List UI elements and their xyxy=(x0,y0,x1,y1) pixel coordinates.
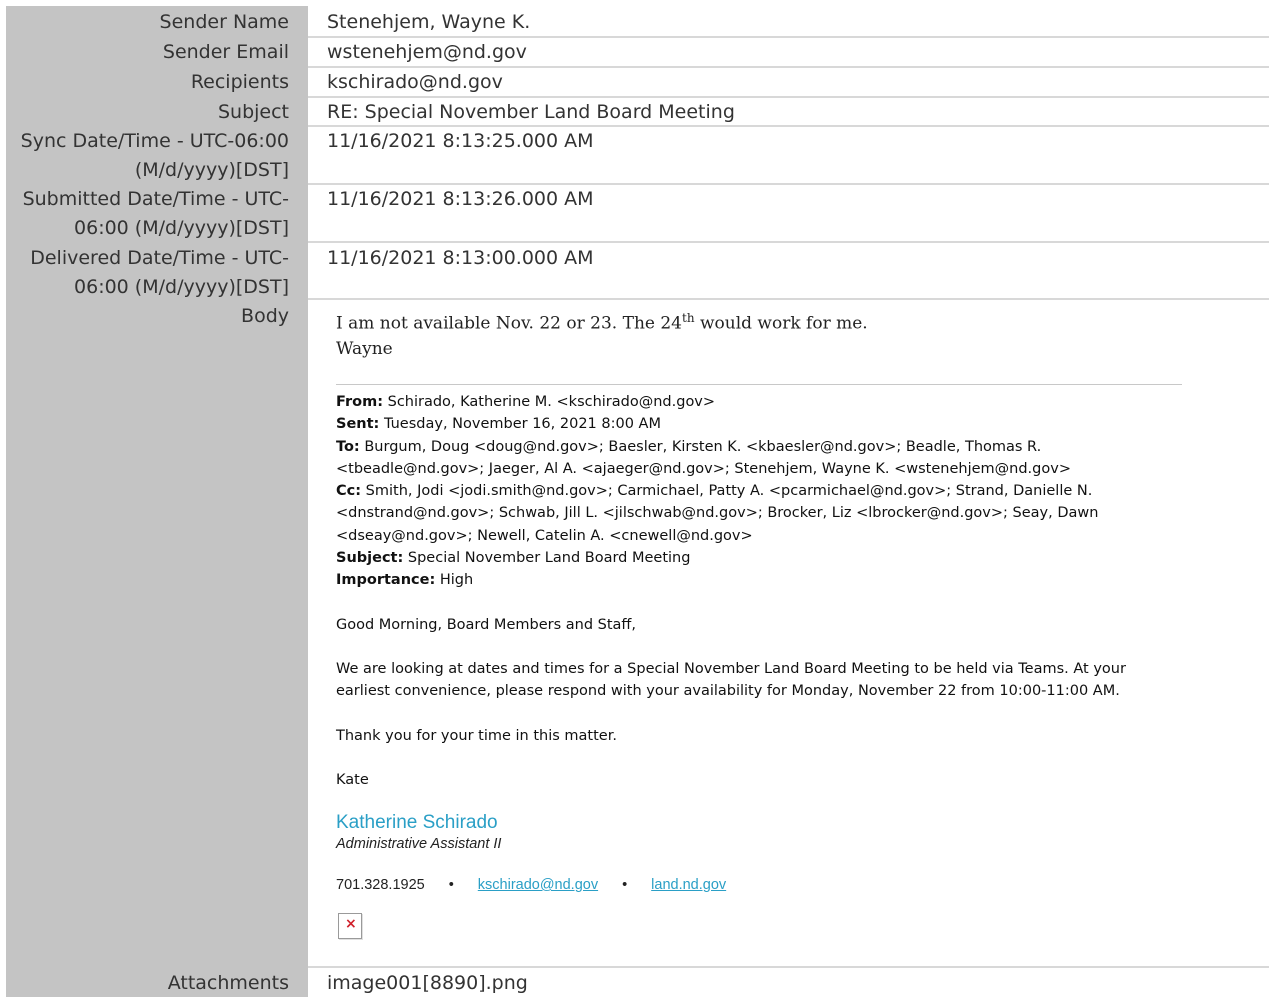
reply-text-fragment: would work for me. xyxy=(694,313,868,334)
field-value: 11/16/2021 8:13:00.000 AM xyxy=(327,247,594,269)
thanks-line: Thank you for your time in this matter. xyxy=(336,728,617,744)
row-divider xyxy=(308,966,1269,968)
header-value: Special November Land Board Meeting xyxy=(407,550,691,567)
email-record: Sender Name Stenehjem, Wayne K. Sender E… xyxy=(0,0,1269,997)
header-value: Tuesday, November 16, 2021 8:00 AM xyxy=(383,416,661,433)
row-divider xyxy=(308,298,1269,300)
signature-title: Administrative Assistant II xyxy=(336,836,502,852)
header-label: Sent: xyxy=(336,416,380,433)
reply-signature: Wayne xyxy=(336,338,393,359)
header-label: From: xyxy=(336,394,383,410)
field-label-line: Delivered Date/Time - UTC- xyxy=(30,247,289,269)
reply-text: I am not available Nov. 22 or 23. The 24… xyxy=(336,306,1196,362)
reply-line: I am not available Nov. 22 or 23. The 24… xyxy=(336,306,1196,337)
field-value: 11/16/2021 8:13:25.000 AM xyxy=(327,130,594,152)
broken-image-icon: × xyxy=(338,913,362,939)
header-value: Burgum, Doug <doug@nd.gov>; Baesler, Kir… xyxy=(364,438,1042,455)
greeting: Good Morning, Board Members and Staff, xyxy=(336,617,637,633)
reply-ordinal: th xyxy=(682,311,695,325)
field-value: wstenehjem@nd.gov xyxy=(327,41,527,63)
field-label: Sender Email xyxy=(162,41,289,63)
quoted-header: From: Schirado, Katherine M. <kschirado@… xyxy=(336,391,1196,592)
bullet-separator: • xyxy=(448,877,454,893)
quoted-subject: Subject: Special November Land Board Mee… xyxy=(336,547,1196,569)
signature-website-link[interactable]: land.nd.gov xyxy=(651,877,726,893)
header-label: To: xyxy=(336,438,360,455)
field-label: Recipients xyxy=(190,71,289,93)
reply-text-fragment: I am not available Nov. 22 or 23. The 24 xyxy=(336,313,682,334)
quoted-cc: Cc: Smith, Jodi <jodi.smith@nd.gov>; Car… xyxy=(336,480,1196,502)
attachment-link[interactable]: image001[8890].png xyxy=(327,969,1269,997)
header-label: Cc: xyxy=(336,483,362,500)
field-label: Attachments xyxy=(167,972,289,994)
field-value: 11/16/2021 8:13:26.000 AM xyxy=(327,188,594,210)
quoted-importance: Importance: High xyxy=(336,569,1196,591)
field-label-line: Sync Date/Time - UTC-06:00 xyxy=(20,130,289,152)
quoted-to: To: Burgum, Doug <doug@nd.gov>; Baesler,… xyxy=(336,436,1196,458)
field-value: Stenehjem, Wayne K. xyxy=(327,11,531,33)
header-value: Schirado, Katherine M. <kschirado@nd.gov… xyxy=(387,394,716,410)
quoted-to-cont: <tbeadle@nd.gov>; Jaeger, Al A. <ajaeger… xyxy=(336,460,1071,477)
paragraph-line: earliest convenience, please respond wit… xyxy=(336,683,1120,700)
signature-name: Katherine Schirado xyxy=(336,812,498,833)
header-value: Smith, Jodi <jodi.smith@nd.gov>; Carmich… xyxy=(365,483,1093,500)
field-value: kschirado@nd.gov xyxy=(327,71,503,93)
signature-phone: 701.328.1925 xyxy=(336,877,425,893)
field-label-line: (M/d/yyyy)[DST] xyxy=(134,159,289,181)
field-label: Sender Name xyxy=(159,11,289,33)
bullet-separator: • xyxy=(622,877,628,893)
quoted-cc-cont: <dnstrand@nd.gov>; Schwab, Jill L. <jils… xyxy=(336,505,1099,522)
signoff: Kate xyxy=(336,772,369,788)
header-label: Importance: xyxy=(336,572,436,589)
signature-email-link[interactable]: kschirado@nd.gov xyxy=(478,877,598,893)
row-divider xyxy=(308,241,1269,243)
field-label-line: Submitted Date/Time - UTC- xyxy=(22,188,289,210)
header-label: Subject: xyxy=(336,550,404,567)
field-value: RE: Special November Land Board Meeting xyxy=(327,101,735,123)
quoted-cc-cont: <dseay@nd.gov>; Newell, Catelin A. <cnew… xyxy=(336,527,753,544)
field-label: Submitted Date/Time - UTC- 06:00 (M/d/yy… xyxy=(6,185,289,243)
message-paragraph: We are looking at dates and times for a … xyxy=(336,658,1196,703)
header-value: High xyxy=(439,572,474,589)
field-label: Sync Date/Time - UTC-06:00 (M/d/yyyy)[DS… xyxy=(6,127,289,185)
field-label: Body xyxy=(241,305,289,327)
paragraph-line: We are looking at dates and times for a … xyxy=(336,661,1126,677)
field-label: Delivered Date/Time - UTC- 06:00 (M/d/yy… xyxy=(6,244,289,302)
field-label-line: 06:00 (M/d/yyyy)[DST] xyxy=(74,217,289,239)
email-body: I am not available Nov. 22 or 23. The 24… xyxy=(336,306,1196,956)
signature-contact: 701.328.1925 • kschirado@nd.gov • land.nd.go… xyxy=(336,877,726,893)
field-label-line: 06:00 (M/d/yyyy)[DST] xyxy=(74,276,289,298)
field-label: Subject xyxy=(217,101,289,123)
quoted-from: From: Schirado, Katherine M. <kschirado@… xyxy=(336,391,1196,413)
quoted-separator xyxy=(336,384,1182,385)
quoted-sent: Sent: Tuesday, November 16, 2021 8:00 AM xyxy=(336,413,1196,435)
